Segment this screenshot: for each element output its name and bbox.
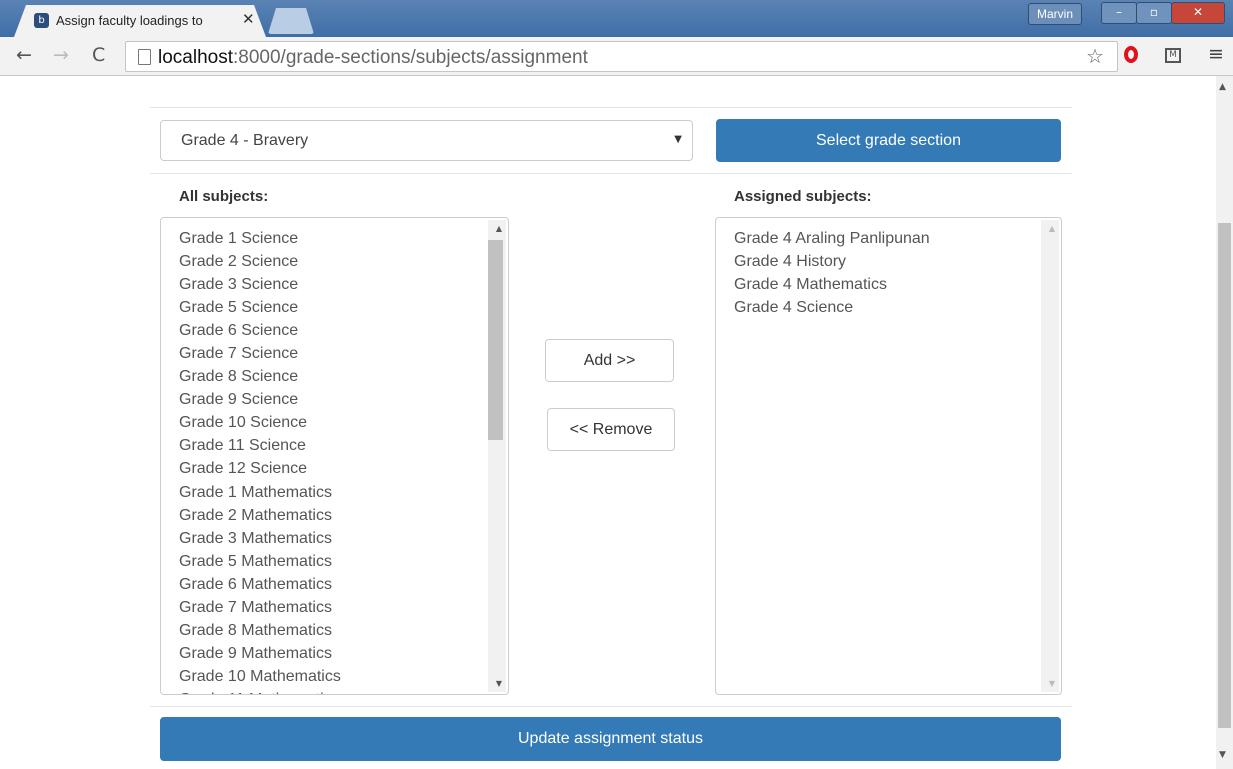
list-item[interactable]: Grade 3 Science bbox=[179, 273, 341, 296]
list-item[interactable]: Grade 11 Science bbox=[179, 434, 341, 457]
bookmark-star-icon[interactable]: ☆ bbox=[1086, 44, 1104, 68]
scroll-up-icon[interactable]: ▲ bbox=[1049, 224, 1055, 233]
app-favicon-icon: b bbox=[34, 13, 49, 28]
profile-button[interactable]: Marvin bbox=[1028, 3, 1083, 25]
minimize-window-icon[interactable]: – bbox=[1101, 2, 1137, 24]
address-bar[interactable]: localhost:8000/grade-sections/subjects/a… bbox=[125, 41, 1118, 72]
list-item[interactable]: Grade 8 Mathematics bbox=[179, 619, 341, 642]
maximize-window-icon[interactable]: ▫ bbox=[1136, 2, 1172, 24]
all-subjects-label: All subjects: bbox=[179, 188, 269, 205]
all-subjects-list: Grade 1 Science Grade 2 Science Grade 3 Sc… bbox=[179, 227, 341, 694]
extension-icon[interactable]: M bbox=[1165, 48, 1181, 63]
browser-tab-bar: b Assign faculty loadings to ✕ Marvin – … bbox=[0, 0, 1233, 37]
list-item[interactable]: Grade 4 Science bbox=[734, 296, 930, 319]
listbox-scrollbar[interactable] bbox=[1041, 220, 1059, 692]
opera-extension-icon[interactable] bbox=[1124, 46, 1138, 63]
list-item[interactable]: Grade 3 Mathematics bbox=[179, 527, 341, 550]
list-item[interactable]: Grade 1 Mathematics bbox=[179, 481, 341, 504]
list-item[interactable]: Grade 6 Mathematics bbox=[179, 573, 341, 596]
close-window-icon[interactable]: ✕ bbox=[1171, 2, 1225, 24]
forward-arrow-icon[interactable]: → bbox=[53, 45, 69, 65]
url-path: :8000/grade-sections/subjects/assignment bbox=[233, 47, 588, 68]
select-grade-section-button[interactable]: Select grade section bbox=[716, 119, 1061, 162]
add-subject-button[interactable]: Add >> bbox=[545, 339, 674, 382]
list-item[interactable]: Grade 12 Science bbox=[179, 457, 341, 480]
page-scrollbar-thumb[interactable] bbox=[1218, 223, 1231, 728]
scroll-down-icon[interactable]: ▼ bbox=[1049, 679, 1055, 688]
assigned-subjects-label: Assigned subjects: bbox=[734, 188, 872, 205]
update-assignment-status-button[interactable]: Update assignment status bbox=[160, 717, 1061, 761]
list-item[interactable]: Grade 4 History bbox=[734, 250, 930, 273]
url-host: localhost bbox=[158, 47, 233, 68]
tab-close-icon[interactable]: ✕ bbox=[242, 10, 255, 28]
list-item[interactable]: Grade 10 Mathematics bbox=[179, 665, 341, 688]
grade-section-selected-value: Grade 4 - Bravery bbox=[181, 132, 309, 149]
list-item[interactable]: Grade 6 Science bbox=[179, 319, 341, 342]
list-item[interactable]: Grade 4 Araling Panlipunan bbox=[734, 227, 930, 250]
list-item[interactable]: Grade 1 Science bbox=[179, 227, 341, 250]
assigned-subjects-listbox[interactable]: Grade 4 Araling Panlipunan Grade 4 Histor… bbox=[715, 217, 1062, 695]
list-item[interactable]: Grade 8 Science bbox=[179, 365, 341, 388]
assigned-subjects-list: Grade 4 Araling Panlipunan Grade 4 Histor… bbox=[734, 227, 930, 319]
list-item[interactable]: Grade 7 Mathematics bbox=[179, 596, 341, 619]
reload-icon[interactable]: C bbox=[92, 45, 105, 65]
list-item[interactable]: Grade 9 Mathematics bbox=[179, 642, 341, 665]
divider bbox=[150, 107, 1072, 108]
grade-section-select[interactable]: Grade 4 - Bravery ▼ bbox=[160, 120, 693, 161]
list-item[interactable]: Grade 4 Mathematics bbox=[734, 273, 930, 296]
page-icon bbox=[138, 49, 151, 65]
scroll-down-icon[interactable]: ▼ bbox=[496, 679, 502, 688]
all-subjects-listbox[interactable]: Grade 1 Science Grade 2 Science Grade 3 Sc… bbox=[160, 217, 509, 695]
url-text: localhost:8000/grade-sections/subjects/a… bbox=[158, 47, 588, 69]
divider bbox=[150, 706, 1072, 707]
list-item[interactable]: Grade 7 Science bbox=[179, 342, 341, 365]
listbox-scrollbar-thumb[interactable] bbox=[488, 240, 503, 440]
new-tab-button[interactable] bbox=[268, 8, 314, 34]
back-arrow-icon[interactable]: ← bbox=[16, 45, 32, 65]
list-item[interactable]: Grade 2 Science bbox=[179, 250, 341, 273]
list-item[interactable]: Grade 2 Mathematics bbox=[179, 504, 341, 527]
list-item[interactable]: Grade 5 Science bbox=[179, 296, 341, 319]
list-item[interactable]: Grade 5 Mathematics bbox=[179, 550, 341, 573]
list-item[interactable]: Grade 9 Science bbox=[179, 388, 341, 411]
menu-icon[interactable]: ≡ bbox=[1208, 43, 1224, 65]
browser-toolbar: ← → C localhost:8000/grade-sections/subj… bbox=[0, 37, 1233, 76]
list-item[interactable]: Grade 10 Science bbox=[179, 411, 341, 434]
scroll-up-icon[interactable]: ▲ bbox=[496, 224, 502, 233]
browser-tab[interactable]: b Assign faculty loadings to ✕ bbox=[14, 5, 266, 37]
tab-title: Assign faculty loadings to bbox=[56, 13, 203, 28]
remove-subject-button[interactable]: << Remove bbox=[547, 408, 675, 451]
page-scroll-up-icon[interactable]: ▲ bbox=[1219, 82, 1226, 92]
list-item[interactable]: Grade 11 Mathematics bbox=[179, 688, 341, 694]
caret-down-icon: ▼ bbox=[674, 134, 682, 145]
page-scroll-down-icon[interactable]: ▼ bbox=[1219, 750, 1226, 760]
divider bbox=[150, 173, 1072, 174]
